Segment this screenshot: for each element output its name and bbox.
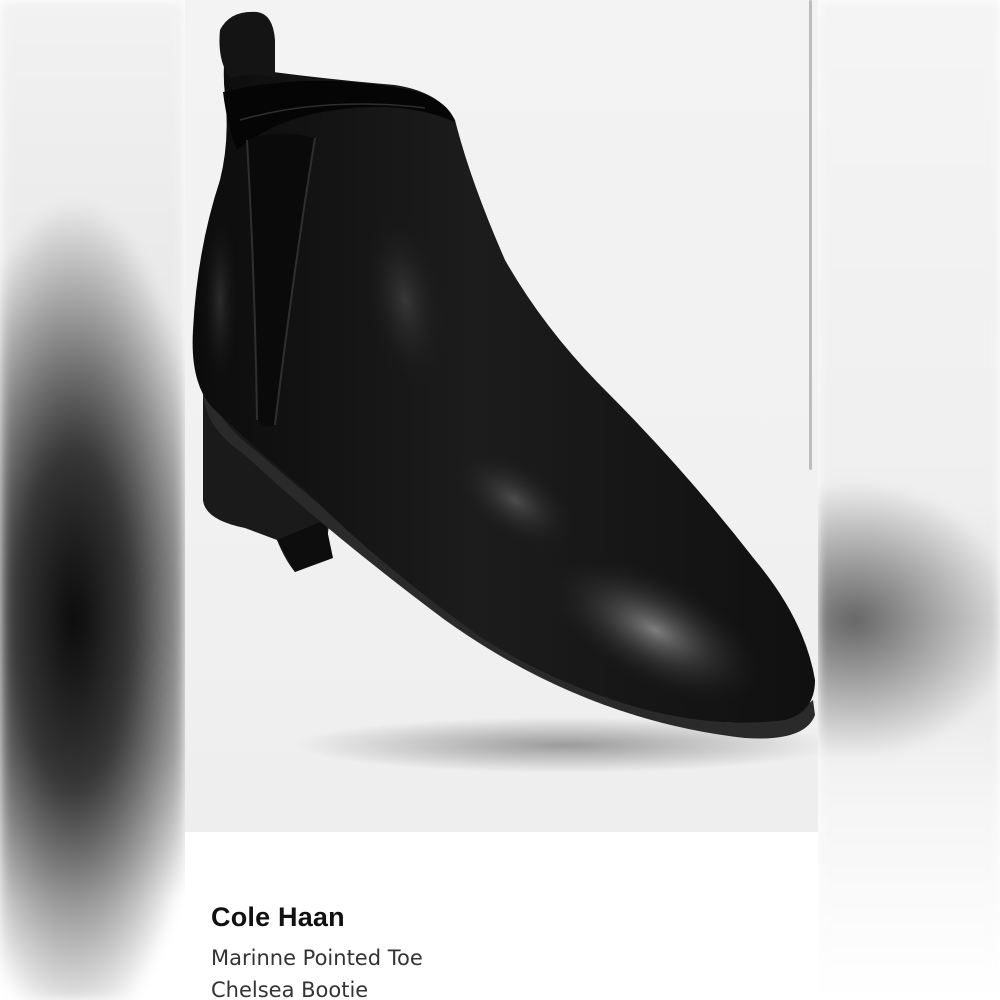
product-name-line-2[interactable]: Chelsea Bootie xyxy=(211,978,368,1000)
pull-tab xyxy=(219,11,275,78)
product-info: Cole Haan Marinne Pointed Toe Chelsea Bo… xyxy=(185,832,818,1000)
boot-illustration xyxy=(192,11,818,773)
blurred-background-left xyxy=(0,0,185,1000)
screenshot-canvas: Cole Haan Marinne Pointed Toe Chelsea Bo… xyxy=(0,0,1000,1000)
scroll-indicator[interactable] xyxy=(809,0,812,470)
brand-name[interactable]: Cole Haan xyxy=(211,902,345,933)
product-name-line-1[interactable]: Marinne Pointed Toe xyxy=(211,946,423,970)
product-card[interactable]: Cole Haan Marinne Pointed Toe Chelsea Bo… xyxy=(185,0,818,1000)
product-photo[interactable] xyxy=(185,0,818,832)
blurred-background-right xyxy=(818,0,1000,1000)
